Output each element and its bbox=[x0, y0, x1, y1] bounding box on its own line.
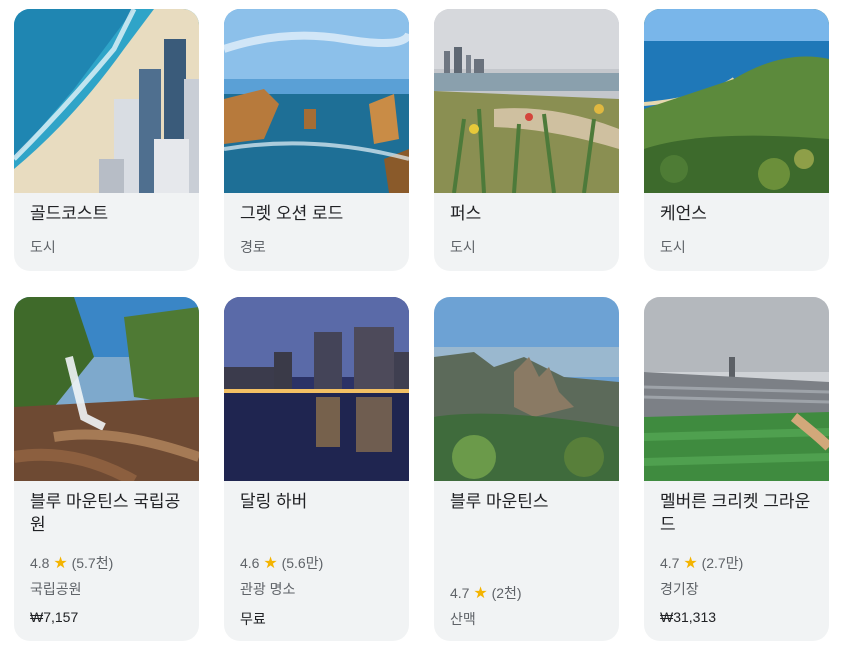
star-icon: ★ bbox=[53, 555, 68, 572]
place-price: 무료 bbox=[240, 611, 266, 627]
rating-value: 4.7 bbox=[450, 585, 470, 601]
place-card-darling-harbour[interactable]: 달링 하버 4.6 ★ (5.6만) 관광 명소 무료 bbox=[224, 297, 409, 641]
place-rating: 4.8 ★ (5.7천) bbox=[30, 553, 113, 573]
review-count: (2.7만) bbox=[701, 555, 744, 571]
cairns-photo bbox=[644, 9, 829, 193]
place-card-blue-mountains-national-park[interactable]: 블루 마운틴스 국립공원 4.8 ★ (5.7천) 국립공원 ₩7,157 bbox=[14, 297, 199, 641]
star-icon: ★ bbox=[263, 555, 278, 572]
place-title: 그렛 오션 로드 bbox=[240, 204, 344, 223]
review-count: (5.6만) bbox=[281, 555, 324, 571]
place-card-cairns[interactable]: 케언스 도시 bbox=[644, 9, 829, 271]
place-title: 케언스 bbox=[660, 204, 707, 223]
place-card-perth[interactable]: 퍼스 도시 bbox=[434, 9, 619, 271]
darling-harbour-photo bbox=[224, 297, 409, 481]
place-category: 경기장 bbox=[660, 581, 699, 597]
place-card-great-ocean-road[interactable]: 그렛 오션 로드 경로 bbox=[224, 9, 409, 271]
review-count: (5.7천) bbox=[71, 555, 114, 571]
blue-mountains-national-park-photo bbox=[14, 297, 199, 481]
place-card-blue-mountains[interactable]: 블루 마운틴스 4.7 ★ (2천) 산맥 bbox=[434, 297, 619, 641]
place-rating: 4.6 ★ (5.6만) bbox=[240, 553, 323, 573]
place-title: 달링 하버 bbox=[240, 492, 308, 511]
place-category: 관광 명소 bbox=[240, 581, 296, 597]
place-category: 도시 bbox=[30, 239, 56, 255]
place-price: ₩31,313 bbox=[660, 609, 717, 625]
place-category: 산맥 bbox=[450, 611, 476, 627]
blue-mountains-photo bbox=[434, 297, 619, 481]
place-title: 멜버른 크리켓 그라운드 bbox=[660, 492, 811, 534]
place-title: 퍼스 bbox=[450, 204, 482, 223]
gold-coast-photo bbox=[14, 9, 199, 193]
place-card-gold-coast[interactable]: 골드코스트 도시 bbox=[14, 9, 199, 271]
place-title: 블루 마운틴스 국립공원 bbox=[30, 492, 181, 534]
melbourne-cricket-ground-photo bbox=[644, 297, 829, 481]
place-title: 골드코스트 bbox=[30, 204, 109, 223]
place-title: 블루 마운틴스 bbox=[450, 492, 549, 511]
great-ocean-road-photo bbox=[224, 9, 409, 193]
place-category: 도시 bbox=[450, 239, 476, 255]
star-icon: ★ bbox=[473, 585, 488, 602]
rating-value: 4.6 bbox=[240, 555, 260, 571]
perth-photo bbox=[434, 9, 619, 193]
star-icon: ★ bbox=[683, 555, 698, 572]
place-rating: 4.7 ★ (2천) bbox=[450, 583, 522, 603]
place-price: ₩7,157 bbox=[30, 609, 79, 625]
place-category: 국립공원 bbox=[30, 581, 82, 597]
place-rating: 4.7 ★ (2.7만) bbox=[660, 553, 743, 573]
place-category: 경로 bbox=[240, 239, 266, 255]
rating-value: 4.8 bbox=[30, 555, 50, 571]
place-card-melbourne-cricket-ground[interactable]: 멜버른 크리켓 그라운드 4.7 ★ (2.7만) 경기장 ₩31,313 bbox=[644, 297, 829, 641]
review-count: (2천) bbox=[491, 585, 522, 601]
place-category: 도시 bbox=[660, 239, 686, 255]
rating-value: 4.7 bbox=[660, 555, 680, 571]
